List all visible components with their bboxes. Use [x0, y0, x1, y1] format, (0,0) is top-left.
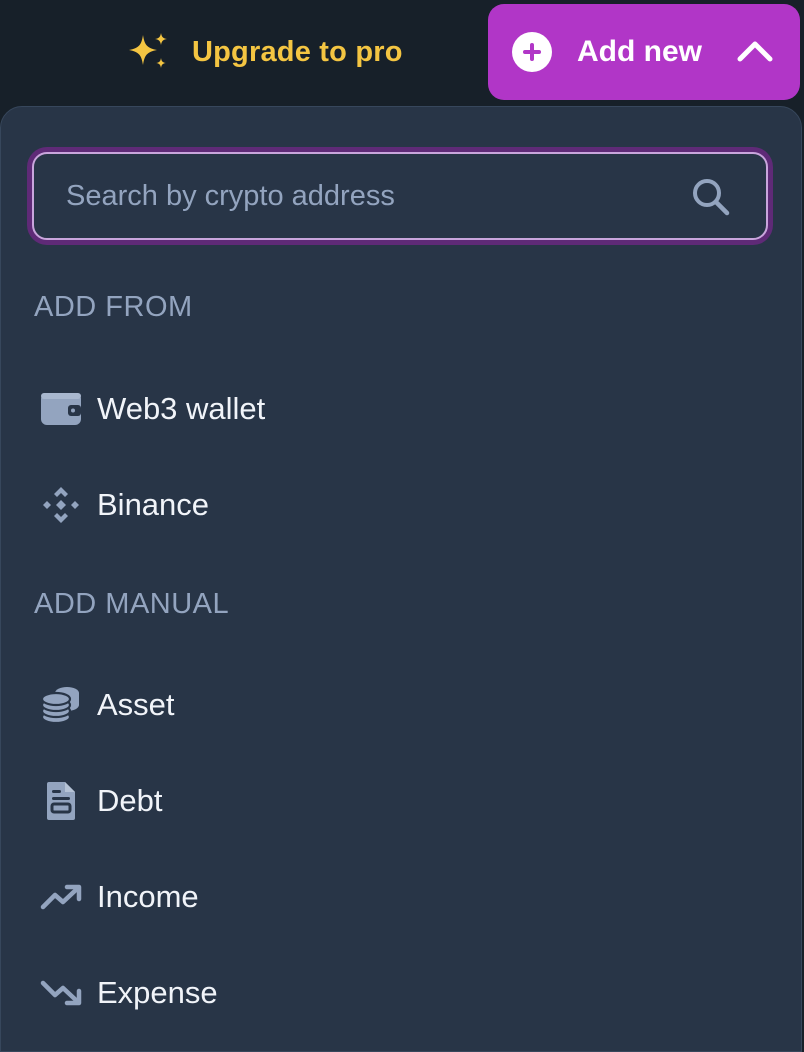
sparkles-icon: [126, 31, 170, 73]
trending-up-icon: [39, 875, 83, 919]
wallet-icon: [39, 387, 83, 431]
trending-down-icon: [39, 971, 83, 1015]
document-icon: [39, 779, 83, 823]
menu-item-label: Expense: [97, 975, 218, 1010]
menu-item-debt[interactable]: Debt: [1, 765, 801, 837]
menu-item-label: Web3 wallet: [97, 391, 266, 426]
top-bar: Upgrade to pro Add new: [0, 0, 804, 106]
binance-icon: [39, 483, 83, 527]
add-new-label: Add new: [577, 35, 702, 68]
menu-item-asset[interactable]: Asset: [1, 669, 801, 741]
section-label-add-manual: ADD MANUAL: [34, 588, 230, 620]
section-label-add-from: ADD FROM: [34, 291, 193, 323]
plus-circle-icon: [512, 32, 552, 72]
chevron-up-icon: [736, 38, 774, 69]
menu-item-label: Income: [97, 879, 199, 914]
menu-item-binance[interactable]: Binance: [1, 469, 801, 541]
search-box: [27, 147, 773, 245]
menu-item-expense[interactable]: Expense: [1, 957, 801, 1029]
search-icon[interactable]: [690, 176, 732, 223]
menu-item-label: Debt: [97, 783, 163, 818]
menu-item-income[interactable]: Income: [1, 861, 801, 933]
menu-item-web3-wallet[interactable]: Web3 wallet: [1, 373, 801, 445]
add-new-button[interactable]: Add new: [488, 4, 800, 100]
upgrade-label: Upgrade to pro: [192, 35, 403, 68]
add-new-dropdown: ADD FROM Web3 wallet Bin: [0, 106, 802, 1052]
coins-icon: [39, 683, 83, 727]
search-input[interactable]: [64, 154, 664, 238]
search-field-frame: [32, 152, 768, 240]
upgrade-button[interactable]: Upgrade to pro: [126, 28, 403, 76]
menu-item-label: Asset: [97, 687, 175, 722]
menu-item-label: Binance: [97, 487, 210, 522]
